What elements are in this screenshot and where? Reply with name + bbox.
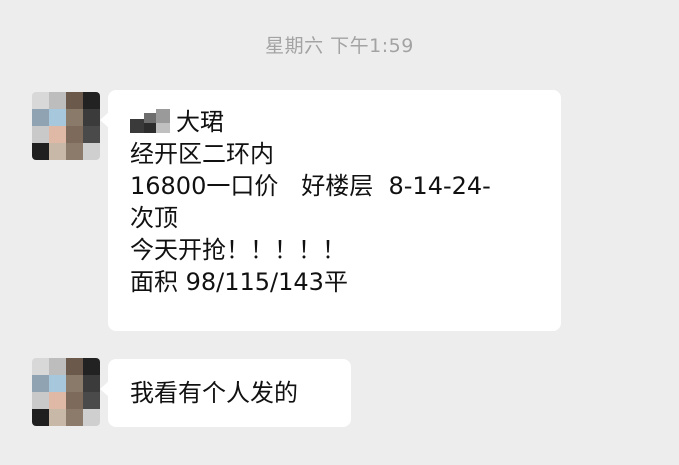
sender-avatar[interactable]: [32, 92, 100, 160]
message-bubble[interactable]: 我看有个人发的: [100, 359, 351, 427]
message-bubble[interactable]: 大珺 经开区二环内 16800一口价 好楼层 8-14-24- 次顶 今天开抢！…: [100, 90, 561, 331]
chat-timestamp: 星期六 下午1:59: [265, 35, 414, 57]
message-line: 今天开抢！！！！！: [130, 236, 346, 264]
message-line: 我看有个人发的: [130, 379, 298, 407]
message-line-sender: 大珺: [130, 106, 561, 138]
message-line: 经开区二环内: [130, 140, 274, 168]
sender-name-visible: 大珺: [176, 108, 224, 136]
sender-avatar[interactable]: [32, 358, 100, 426]
redacted-name-mosaic: [130, 109, 174, 133]
message-line: 16800一口价 好楼层 8-14-24-: [130, 172, 491, 200]
message-line: 面积 98/115/143平: [130, 268, 348, 296]
message-line: 次顶: [130, 204, 178, 232]
